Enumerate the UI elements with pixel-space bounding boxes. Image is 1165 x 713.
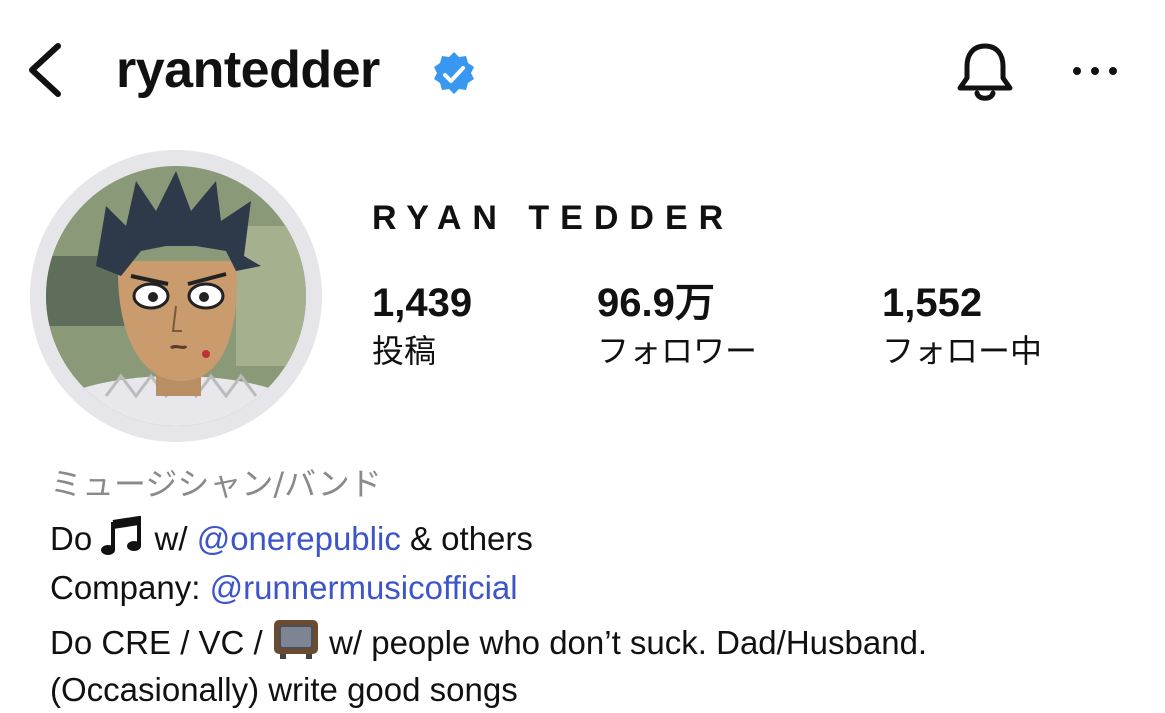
- mention-link[interactable]: @runnermusicofficial: [210, 569, 518, 606]
- following-count: 1,552: [882, 281, 983, 325]
- bio-line-4: (Occasionally) write good songs: [50, 671, 518, 708]
- bio-line-1: Do w/ @onerepublic & others: [50, 516, 533, 561]
- verified-badge-icon: [434, 52, 474, 94]
- username: ryantedder: [116, 41, 380, 99]
- following-stat[interactable]: 1,552 フォロー中: [882, 280, 1042, 374]
- bell-icon[interactable]: [951, 38, 1019, 106]
- followers-label: フォロワー: [597, 332, 758, 370]
- more-options-icon[interactable]: [1070, 56, 1120, 86]
- following-label: フォロー中: [882, 332, 1043, 370]
- music-notes-icon: [101, 516, 142, 555]
- bio-text: Do CRE / VC /: [50, 624, 263, 661]
- bio-text: w/ people who don’t suck. Dad/Husband.: [329, 624, 928, 661]
- mention-link[interactable]: @onerepublic: [197, 520, 401, 557]
- bio-text: w/: [154, 520, 188, 557]
- bio-line-3: Do CRE / VC / w/ people who don’t suck. …: [50, 618, 927, 665]
- bio-line-2: Company: @runnermusicofficial: [50, 566, 518, 610]
- bio-text: Do: [50, 520, 93, 557]
- back-chevron-icon[interactable]: [22, 40, 72, 100]
- followers-stat[interactable]: 96.9万 フォロワー: [597, 280, 757, 374]
- top-bar: ryantedder: [0, 0, 1165, 140]
- followers-count: 96.9万: [597, 281, 715, 325]
- posts-count: 1,439: [372, 281, 473, 325]
- posts-stat[interactable]: 1,439 投稿: [372, 280, 472, 374]
- posts-label: 投稿: [372, 332, 437, 370]
- full-name: RYAN TEDDER: [372, 199, 735, 237]
- television-icon: [273, 620, 318, 659]
- category-label: ミュージシャン/バンド: [50, 465, 382, 503]
- avatar[interactable]: [46, 166, 306, 426]
- bio-text: Company:: [50, 569, 201, 606]
- bio-text: & others: [410, 520, 533, 557]
